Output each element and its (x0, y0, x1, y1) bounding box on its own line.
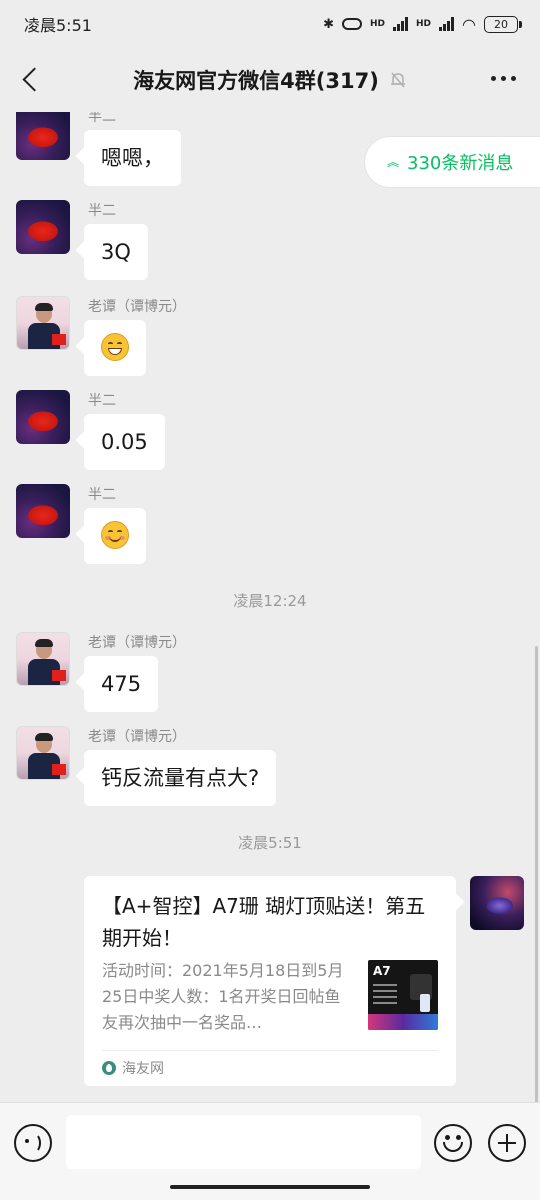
grinning-face-emoji-icon (101, 333, 129, 361)
voice-input-icon[interactable] (14, 1124, 52, 1162)
message-text: 钙反流量有点大? (101, 766, 260, 790)
status-icons: ✱ HD HD ◠ 20 (323, 14, 522, 34)
more-options-icon[interactable] (487, 70, 520, 87)
man-in-suit-avatar[interactable] (16, 632, 70, 686)
emoji-picker-icon[interactable] (434, 1124, 472, 1162)
link-card-description: 活动时间：2021年5月18日到5月25日中奖人数：1名开奖日回帖鱼友再次抽中一… (102, 961, 344, 1032)
message-item: 老谭（谭博元） (16, 296, 316, 376)
back-arrow-icon[interactable] (16, 64, 48, 96)
timestamp-separator: 凌晨5:51 (238, 834, 302, 852)
bluetooth-icon: ✱ (323, 16, 334, 32)
message-item: 半二 0.05 (16, 390, 316, 470)
sender-name: 老谭（谭博元） (88, 299, 186, 315)
source-name: 海友网 (122, 1061, 164, 1077)
message-bubble[interactable]: 3Q (84, 224, 148, 280)
battery-icon: 20 (484, 15, 522, 33)
thumbnail-label: A7 (373, 964, 391, 978)
network-label-1: HD (370, 19, 386, 29)
battery-level: 20 (494, 17, 508, 31)
man-in-suit-avatar[interactable] (16, 726, 70, 780)
message-bubble[interactable] (84, 508, 146, 564)
source-logo-icon (102, 1061, 116, 1075)
message-bubble[interactable] (84, 320, 146, 376)
message-item: 半二 嗯嗯， (16, 112, 316, 186)
purple-fish-avatar[interactable] (470, 876, 524, 930)
mute-bell-icon (390, 72, 405, 88)
link-card[interactable]: 【A+智控】A7珊 瑚灯顶贴送！第五期开始！ 活动时间：2021年5月18日到5… (84, 876, 456, 1086)
link-card-title: 【A+智控】A7珊 瑚灯顶贴送！第五期开始！ (102, 894, 426, 950)
message-item: 半二 3Q (16, 200, 316, 280)
message-bubble[interactable]: 0.05 (84, 414, 165, 470)
double-chevron-up-icon: ︽ (387, 155, 399, 169)
red-fish-avatar[interactable] (16, 390, 70, 444)
new-messages-button[interactable]: ︽ 330条新消息 (364, 136, 540, 188)
sender-name: 老谭（谭博元） (88, 729, 186, 745)
smiling-face-emoji-icon (101, 521, 129, 549)
message-text: 嗯嗯， (101, 146, 164, 170)
chat-title: 海友网官方微信4群(317) (133, 69, 379, 93)
chat-header: 海友网官方微信4群(317) (0, 48, 540, 112)
red-fish-avatar[interactable] (16, 112, 70, 160)
signal-icon-2 (439, 17, 455, 31)
message-bubble[interactable]: 嗯嗯， (84, 130, 181, 186)
message-item: 半二 (16, 484, 316, 564)
message-text: 3Q (101, 240, 131, 264)
link-card-thumbnail: A7 (368, 960, 438, 1030)
sender-name: 半二 (88, 203, 116, 219)
wifi-icon: ◠ (462, 14, 476, 34)
home-indicator[interactable] (170, 1185, 370, 1189)
sender-name: 半二 (88, 393, 116, 409)
message-bubble[interactable]: 钙反流量有点大? (84, 750, 277, 806)
red-fish-avatar[interactable] (16, 484, 70, 538)
message-bubble[interactable]: 475 (84, 656, 159, 712)
scrollbar[interactable] (535, 646, 538, 1102)
message-text: 475 (101, 672, 142, 696)
card-divider (102, 1050, 438, 1051)
new-messages-label: 330条新消息 (407, 153, 514, 174)
signal-icon-1 (393, 17, 409, 31)
sender-name: 半二 (88, 112, 116, 125)
sender-name: 半二 (88, 487, 116, 503)
more-actions-plus-icon[interactable] (488, 1124, 526, 1162)
man-in-suit-avatar[interactable] (16, 296, 70, 350)
message-input[interactable] (66, 1115, 421, 1169)
network-label-2: HD (416, 19, 432, 29)
message-item: 老谭（谭博元） 钙反流量有点大? (16, 726, 316, 806)
sender-name: 老谭（谭博元） (88, 635, 186, 651)
link-card-source: 海友网 (102, 1058, 164, 1078)
vibrate-icon (342, 18, 362, 30)
status-bar: 凌晨5:51 ✱ HD HD ◠ 20 (0, 0, 540, 48)
message-item: 老谭（谭博元） 475 (16, 632, 316, 712)
red-fish-avatar[interactable] (16, 200, 70, 254)
timestamp-separator: 凌晨12:24 (233, 592, 307, 610)
chat-area[interactable]: 半二 嗯嗯， ︽ 330条新消息 半二 3Q 老谭（谭博元） 半二 0.05 半… (0, 112, 540, 1102)
message-text: 0.05 (101, 430, 148, 454)
status-time: 凌晨5:51 (24, 16, 92, 35)
link-card-message: 【A+智控】A7珊 瑚灯顶贴送！第五期开始！ 活动时间：2021年5月18日到5… (84, 876, 524, 1086)
